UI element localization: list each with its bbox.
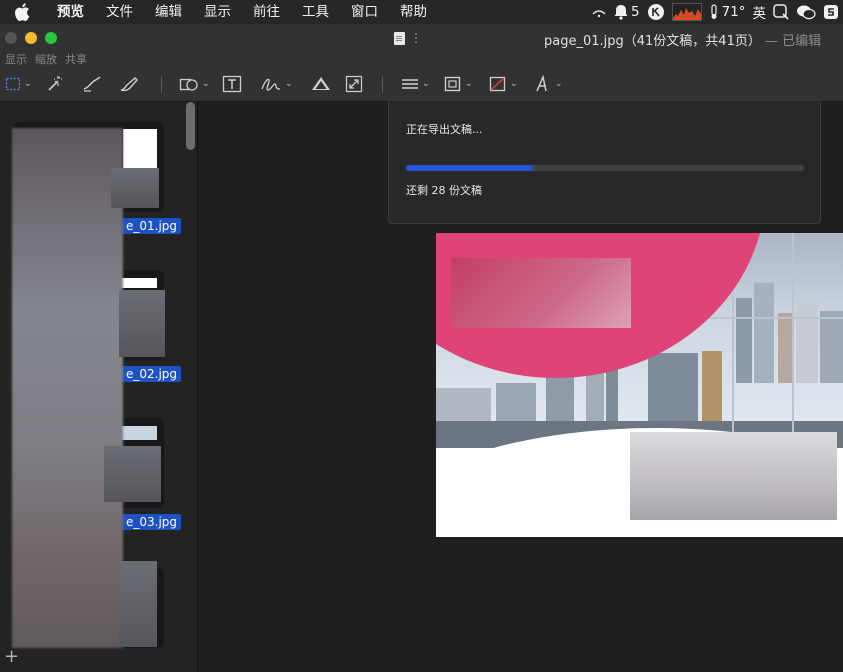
text-icon xyxy=(222,75,242,93)
wifi-status-icon[interactable] xyxy=(591,5,607,19)
cpu-graph[interactable] xyxy=(671,3,702,21)
export-status-title: 正在导出文稿... xyxy=(406,123,483,136)
menu-preview[interactable]: 预览 xyxy=(46,0,95,24)
draw-icon xyxy=(120,77,138,92)
window-frame xyxy=(792,233,794,448)
chevron-down-icon: ⌄ xyxy=(24,79,32,89)
fill-color-tool[interactable]: ⌄ xyxy=(489,74,518,94)
sketch-tool[interactable] xyxy=(82,74,102,94)
redacted-region xyxy=(12,128,123,648)
search-status-icon[interactable] xyxy=(773,4,789,20)
shapes-icon xyxy=(179,78,198,91)
close-window-button[interactable] xyxy=(5,32,17,44)
chevron-down-icon: ⌄ xyxy=(285,79,293,89)
edited-status[interactable]: — 已编辑 xyxy=(765,34,821,49)
fill-color-icon xyxy=(489,76,506,92)
menu-tools[interactable]: 工具 xyxy=(291,0,340,24)
share-label[interactable]: 共享 xyxy=(65,51,87,67)
magic-wand-icon xyxy=(48,76,62,91)
export-remaining-text: 还剩 28 份文稿 xyxy=(406,184,482,197)
shape-style-icon xyxy=(402,79,418,89)
redacted-region xyxy=(119,561,157,647)
adjust-size-tool[interactable] xyxy=(345,74,363,94)
thumbnail-label[interactable]: e_03.jpg xyxy=(122,514,182,530)
minimize-window-button[interactable] xyxy=(25,32,37,44)
status-area: 5 71° 英 xyxy=(591,0,843,24)
border-color-tool[interactable]: ⌄ xyxy=(444,74,473,94)
adjust-size-icon xyxy=(345,75,363,93)
add-button[interactable]: + xyxy=(4,648,19,666)
text-style-icon xyxy=(536,75,547,92)
toolbar-divider xyxy=(382,76,383,93)
thermometer-icon xyxy=(710,4,717,19)
shape-style-tool[interactable]: ⌄ xyxy=(401,74,430,94)
menu-edit[interactable]: 编辑 xyxy=(144,0,193,24)
adjust-color-icon xyxy=(312,77,330,90)
signature-icon xyxy=(261,78,281,91)
bell-icon xyxy=(614,5,628,20)
document-menu-icon[interactable]: ⋮ xyxy=(410,31,422,45)
window-titlebar: 显示 缩放 共享 ⋮ page_01.jpg（41份文稿，共41页） — 已编辑 xyxy=(0,24,843,66)
window-title: page_01.jpg（41份文稿，共41页） — 已编辑 xyxy=(544,30,821,49)
menu-help[interactable]: 帮助 xyxy=(389,0,438,24)
text-tool[interactable] xyxy=(222,74,242,94)
redacted-region xyxy=(119,290,165,357)
thumbnail-label[interactable]: e_01.jpg xyxy=(122,218,182,234)
menu-view[interactable]: 显示 xyxy=(193,0,242,24)
notification-count: 5 xyxy=(630,4,640,20)
sign-tool[interactable]: ⌄ xyxy=(260,74,293,94)
redacted-region xyxy=(111,168,159,208)
menu-file[interactable]: 文件 xyxy=(95,0,144,24)
sketch-icon xyxy=(83,76,101,92)
sidebar-scrollbar[interactable] xyxy=(186,102,195,150)
page-thumbnail xyxy=(123,129,157,169)
chevron-down-icon: ⌄ xyxy=(465,79,473,89)
apple-logo-icon[interactable] xyxy=(12,1,34,23)
notification-status[interactable]: 5 xyxy=(614,4,640,20)
redacted-region xyxy=(451,258,631,328)
selection-tool[interactable]: ⌄ xyxy=(5,74,32,94)
page-thumbnail xyxy=(117,278,157,288)
border-color-icon xyxy=(444,76,461,92)
redacted-region xyxy=(630,432,837,520)
zoom-window-button[interactable] xyxy=(45,32,57,44)
temperature-value: 71° xyxy=(721,4,746,20)
export-progress-bar xyxy=(406,165,804,171)
vpn-status-icon[interactable] xyxy=(647,3,665,21)
export-progress-sheet: 正在导出文稿... 还剩 28 份文稿 xyxy=(388,101,821,224)
app-status-icon[interactable] xyxy=(823,4,839,20)
redacted-region xyxy=(104,446,161,502)
window-title-text: page_01.jpg（41份文稿，共41页） xyxy=(544,34,761,49)
export-progress-fill xyxy=(406,165,534,171)
menu-window[interactable]: 窗口 xyxy=(340,0,389,24)
toolbar-divider xyxy=(161,76,162,93)
instant-alpha-tool[interactable] xyxy=(46,74,64,94)
text-style-tool[interactable]: ⌄ xyxy=(534,74,563,94)
wechat-icon[interactable] xyxy=(796,4,816,20)
input-method[interactable]: 英 xyxy=(753,2,767,22)
toolbar-labels: 显示 缩放 共享 xyxy=(5,51,87,67)
menu-bar: 预览 文件 编辑 显示 前往 工具 窗口 帮助 5 71° 英 xyxy=(0,0,843,24)
chevron-down-icon: ⌄ xyxy=(422,79,430,89)
view-label[interactable]: 显示 xyxy=(5,51,27,67)
adjust-color-tool[interactable] xyxy=(310,74,332,94)
thumbnail-label[interactable]: e_02.jpg xyxy=(122,366,182,382)
document-page[interactable] xyxy=(436,233,843,537)
menu-go[interactable]: 前往 xyxy=(242,0,291,24)
chevron-down-icon: ⌄ xyxy=(202,79,210,89)
draw-tool[interactable] xyxy=(118,74,140,94)
selection-icon xyxy=(5,77,21,91)
markup-toolbar: ⌄ ⌄ ⌄ ⌄ ⌄ ⌄ ⌄ xyxy=(0,66,843,102)
chevron-down-icon: ⌄ xyxy=(555,79,563,89)
document-icon xyxy=(394,32,405,45)
zoom-label[interactable]: 缩放 xyxy=(35,51,57,67)
chevron-down-icon: ⌄ xyxy=(510,79,518,89)
page-thumbnail xyxy=(117,426,157,440)
temperature-status[interactable]: 71° xyxy=(709,4,746,20)
shapes-tool[interactable]: ⌄ xyxy=(179,74,210,94)
